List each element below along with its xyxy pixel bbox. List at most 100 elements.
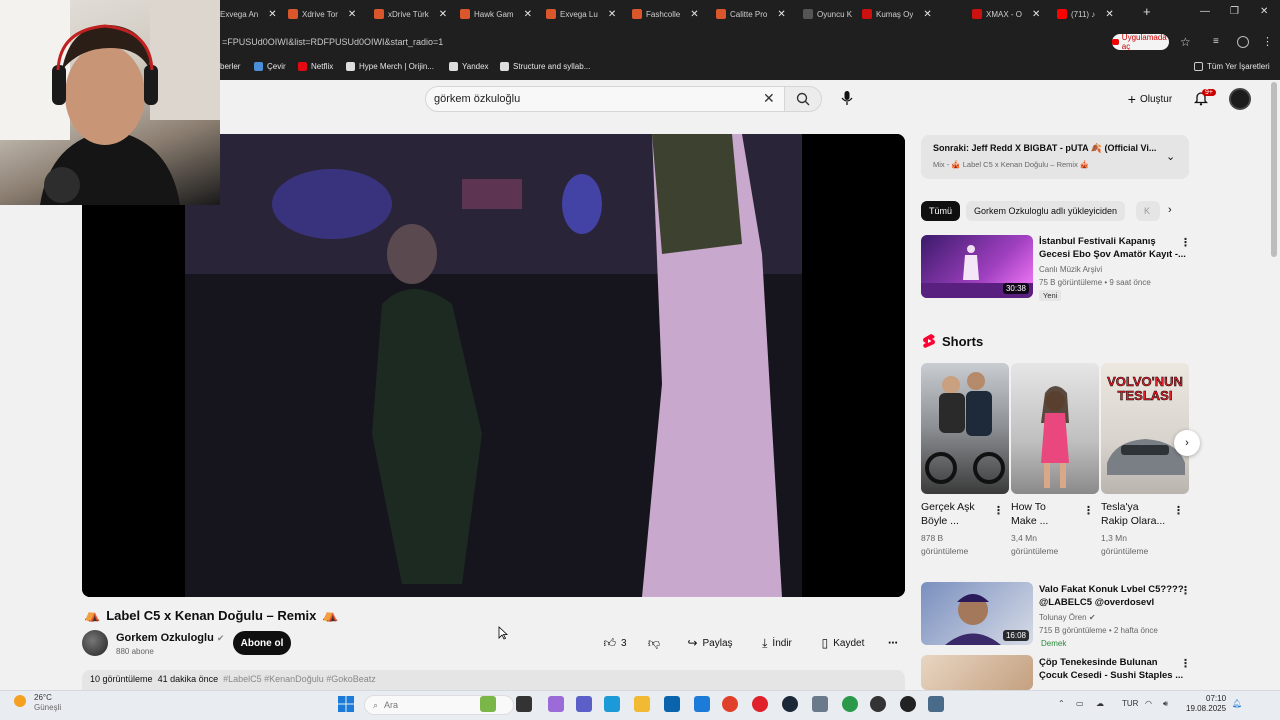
tab-close-icon[interactable]: ✕ (1105, 9, 1113, 20)
short-thumbnail-3[interactable]: VOLVO'NUN TESLASI (1101, 363, 1189, 494)
shorts-next-button[interactable]: › (1174, 430, 1200, 456)
more-actions-button[interactable]: ⋯ (880, 632, 906, 654)
related-menu-icon-3[interactable]: ⋮ (1180, 657, 1191, 670)
bookmark-item[interactable]: Çevir (254, 62, 286, 71)
volume-icon[interactable]: 🔊︎ (1163, 699, 1168, 709)
bookmark-item[interactable]: Yandex (449, 62, 489, 71)
media-icon[interactable] (900, 696, 916, 712)
media-control-icon[interactable]: ≡ (1213, 36, 1219, 47)
cloud-icon[interactable]: ☁ (1096, 699, 1104, 708)
related-channel-1[interactable]: Canlı Müzik Arşivi (1039, 264, 1102, 275)
tab-close-icon[interactable]: ✕ (690, 9, 698, 20)
clear-search-icon[interactable]: ✕ (763, 90, 775, 107)
browser-tab[interactable]: XMAX - O ✕ (972, 5, 1040, 23)
download-button[interactable]: ⤓ İndir (752, 632, 802, 654)
notification-bell-icon[interactable]: 🔔︎ (1232, 699, 1242, 708)
outlook-icon[interactable] (664, 696, 680, 712)
create-button[interactable]: + Oluştur (1120, 88, 1180, 110)
share-button[interactable]: ↪ Paylaş (682, 632, 738, 654)
tab-close-icon[interactable]: ✕ (777, 9, 785, 20)
tab-close-icon[interactable]: ✕ (348, 9, 356, 20)
profile-icon[interactable] (1237, 36, 1249, 48)
short-menu-icon[interactable]: ⋮ (1173, 504, 1184, 517)
wifi-icon[interactable]: ◠ (1145, 699, 1152, 708)
hashtags[interactable]: #LabelC5 #KenanDoğulu #GokoBeatz (223, 674, 376, 684)
browser-tab[interactable]: (711) ♪ ✕ (1057, 5, 1114, 23)
bookmark-item[interactable]: berler (220, 62, 240, 71)
tab-close-icon[interactable]: ✕ (439, 9, 447, 20)
mix-playlist-box[interactable]: Sonraki: Jeff Redd X BIGBAT - pUTA 🍂 (Of… (921, 135, 1189, 179)
chip-all[interactable]: Tümü (921, 201, 961, 221)
search-button[interactable] (784, 86, 822, 112)
weather-widget[interactable]: 26°C Güneşli (14, 693, 61, 713)
game-icon[interactable] (870, 696, 886, 712)
language-indicator[interactable]: TUR (1122, 699, 1138, 708)
browser-tab[interactable]: Oyuncu K✕ (803, 5, 871, 23)
tab-close-icon[interactable]: ✕ (268, 9, 276, 20)
bookmark-item[interactable]: Structure and syllab... (500, 62, 590, 71)
related-channel-2[interactable]: Tolunay Ören ✔ (1039, 612, 1096, 623)
steam-icon[interactable] (782, 696, 798, 712)
short-menu-icon[interactable]: ⋮ (993, 504, 1004, 517)
clock[interactable]: 07:10 19.08.2025 (1186, 694, 1226, 714)
account-avatar[interactable] (1229, 88, 1251, 110)
browser-tab[interactable]: xDrive Türk ✕ (374, 5, 447, 23)
bookmark-item[interactable]: Hype Merch | Orijin... (346, 62, 434, 71)
related-menu-icon-2[interactable]: ⋮ (1180, 584, 1191, 597)
related-menu-icon-1[interactable]: ⋮ (1180, 236, 1191, 249)
url-field[interactable]: =FPUSUd0OIWI&list=RDFPUSUd0OIWI&start_ra… (222, 37, 443, 47)
browser-tab[interactable]: Xdrive Tor ✕ (288, 5, 356, 23)
like-button[interactable]: 👍︎ 3 (596, 632, 634, 654)
windows-start-icon[interactable] (338, 696, 354, 712)
browser-menu-icon[interactable]: ⋮ (1262, 35, 1273, 48)
mail-icon[interactable] (694, 696, 710, 712)
chrome-profile-icon[interactable] (842, 696, 858, 712)
opera-icon[interactable] (752, 696, 768, 712)
browser-tab[interactable]: Exvega Lu ✕ (546, 5, 616, 23)
open-in-app-button[interactable]: Uygulamada aç (1112, 33, 1169, 51)
restore-icon[interactable]: ❐ (1230, 6, 1239, 17)
dislike-button[interactable]: 👎︎ (640, 632, 668, 654)
related-title-2[interactable]: Valo Fakat Konuk Lvbel C5???? @LABELC5 @o… (1039, 583, 1184, 609)
browser-tab[interactable]: Calitte Pro ✕ (716, 5, 786, 23)
close-window-icon[interactable]: ✕ (1260, 6, 1268, 17)
chip-partial[interactable]: K (1136, 201, 1160, 221)
settings-icon[interactable] (812, 696, 828, 712)
related-title-3[interactable]: Çöp Tenekesinde Bulunan Çocuk Cesedi - Su… (1039, 656, 1183, 682)
bookmark-star-icon[interactable]: ☆ (1180, 35, 1191, 49)
related-thumbnail-1[interactable]: 30:38 (921, 235, 1033, 298)
chevron-up-icon[interactable]: ⌃ (1058, 699, 1065, 708)
explorer-folder-icon[interactable] (634, 696, 650, 712)
tab-close-icon[interactable]: ✕ (1032, 9, 1040, 20)
all-bookmarks[interactable]: Tüm Yer İşaretleri (1194, 62, 1270, 71)
chip-uploader[interactable]: Gorkem Ozkuloglu adlı yükleyiciden (966, 201, 1126, 221)
browser-tab[interactable]: Hawk Gam ✕ (460, 5, 532, 23)
short-thumbnail-1[interactable] (921, 363, 1009, 494)
short-title[interactable]: Tesla'ya Rakip Olara... (1101, 500, 1165, 528)
browser-tab[interactable]: Exvega An ✕ (220, 5, 277, 23)
tab-close-icon[interactable]: ✕ (608, 9, 616, 20)
chevron-right-icon[interactable]: › (1168, 204, 1172, 216)
bookmark-item[interactable]: Netflix (298, 62, 333, 71)
description-box[interactable]: 10 görüntüleme 41 dakika önce #LabelC5 #… (82, 670, 905, 690)
subscribe-button[interactable]: Abone ol (233, 631, 291, 655)
channel-name[interactable]: Gorkem Ozkuloglu ✔ (116, 632, 224, 644)
copilot-icon[interactable] (548, 696, 564, 712)
channel-avatar[interactable] (82, 630, 108, 656)
tab-close-icon[interactable]: ✕ (923, 9, 931, 20)
short-thumbnail-2[interactable] (1011, 363, 1099, 494)
related-thumbnail-3[interactable] (921, 655, 1033, 690)
chrome-icon[interactable] (722, 696, 738, 712)
teams-icon[interactable] (576, 696, 592, 712)
page-scrollbar[interactable] (1271, 82, 1277, 257)
widgets-icon[interactable] (480, 696, 496, 712)
short-menu-icon[interactable]: ⋮ (1083, 504, 1094, 517)
short-title[interactable]: Gerçek Aşk Böyle ... (921, 500, 975, 528)
related-thumbnail-2[interactable]: 16:08 (921, 582, 1033, 645)
short-title[interactable]: How To Make ... (1011, 500, 1048, 528)
gear-icon[interactable] (928, 696, 944, 712)
minimize-icon[interactable]: — (1200, 6, 1210, 17)
chevron-down-icon[interactable]: ⌄ (1166, 150, 1175, 163)
usb-icon[interactable]: ▭ (1076, 699, 1084, 708)
browser-tab[interactable]: Fashcolle ✕ (632, 5, 699, 23)
